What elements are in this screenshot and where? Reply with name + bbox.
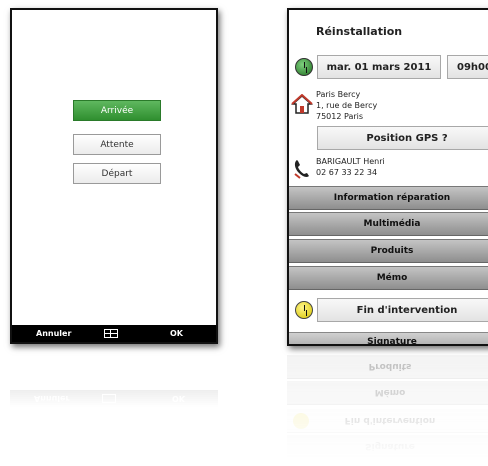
- status-screen: Arrivée Attente Départ Annuler OK: [10, 8, 218, 344]
- cancel-softkey[interactable]: Annuler: [36, 329, 71, 338]
- ok-softkey[interactable]: OK: [170, 329, 183, 338]
- products-button[interactable]: Produits: [289, 239, 488, 263]
- contact-name: BARIGAULT Henri: [316, 157, 385, 166]
- status-yellow-clock-icon: [295, 301, 313, 319]
- arrival-button[interactable]: Arrivée: [73, 100, 161, 121]
- waiting-button[interactable]: Attente: [73, 134, 161, 155]
- contact-block: BARIGAULT Henri 02 67 33 22 34: [316, 156, 385, 178]
- address-block: Paris Bercy 1, rue de Bercy 75012 Paris: [316, 89, 377, 122]
- gps-position-button[interactable]: Position GPS ?: [317, 126, 488, 150]
- ok-softkey-reflection: OK: [172, 394, 185, 403]
- date-button[interactable]: mar. 01 mars 2011: [317, 55, 441, 79]
- address-line-1: Paris Bercy: [316, 90, 361, 99]
- status-green-clock-icon: [295, 58, 313, 76]
- intervention-screen: Réinstallation mar. 01 mars 2011 09h00 P…: [287, 8, 488, 346]
- products-reflection: Produits: [287, 355, 488, 379]
- departure-button[interactable]: Départ: [73, 163, 161, 184]
- end-intervention-reflection: Fin d'intervention: [287, 409, 488, 433]
- softkey-bar-reflection: Annuler OK: [10, 390, 218, 407]
- address-line-2: 1, rue de Bercy: [316, 101, 378, 110]
- cancel-softkey-reflection: Annuler: [34, 394, 70, 403]
- memo-reflection: Mémo: [287, 381, 488, 405]
- memo-button[interactable]: Mémo: [289, 266, 488, 290]
- repair-info-button[interactable]: Information réparation: [289, 186, 488, 210]
- contact-phone[interactable]: 02 67 33 22 34: [316, 167, 385, 178]
- page-title: Réinstallation: [316, 25, 403, 38]
- address-line-3: 75012 Paris: [316, 112, 364, 121]
- end-intervention-button[interactable]: Fin d'intervention: [317, 298, 488, 322]
- house-icon: [291, 94, 313, 114]
- phone-icon: [294, 160, 309, 179]
- keyboard-icon[interactable]: [104, 329, 118, 338]
- keyboard-icon-reflection: [102, 394, 116, 403]
- signature-reflection: Signature: [287, 435, 488, 459]
- multimedia-button[interactable]: Multimédia: [289, 212, 488, 236]
- time-button[interactable]: 09h00: [447, 55, 488, 79]
- right-screen-reflection: Signature Fin d'intervention Mémo Produi…: [287, 349, 488, 459]
- softkey-bar: Annuler OK: [12, 325, 216, 342]
- status-yellow-clock-icon-reflection: [293, 413, 309, 429]
- left-screen-reflection: Annuler OK: [10, 347, 218, 407]
- signature-button[interactable]: Signature: [289, 332, 488, 344]
